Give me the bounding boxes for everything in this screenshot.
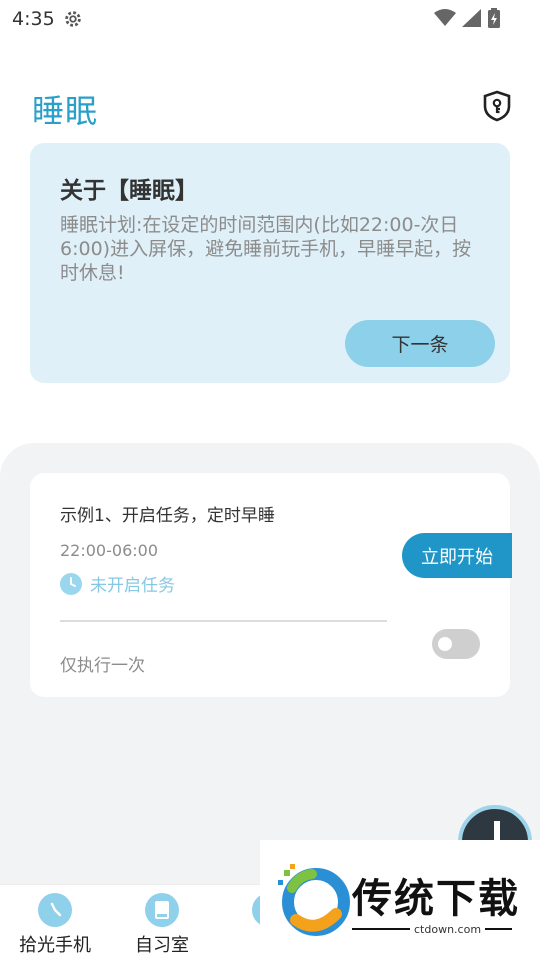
status-time: 4:35 <box>12 8 55 30</box>
task-status: 未开启任务 <box>60 571 175 596</box>
clock-icon <box>38 893 72 927</box>
repeat-toggle[interactable] <box>432 629 480 659</box>
wifi-icon <box>434 9 456 26</box>
watermark-title: 传统下载 <box>352 876 520 922</box>
info-card: 关于【睡眠】 睡眠计划:在设定的时间范围内(比如22:00-次日6:00)进入屏… <box>30 143 510 383</box>
task-status-text: 未开启任务 <box>90 576 175 596</box>
info-description: 睡眠计划:在设定的时间范围内(比如22:00-次日6:00)进入屏保，避免睡前玩… <box>60 214 472 284</box>
gear-icon <box>65 11 81 27</box>
status-bar: 4:35 <box>0 0 540 38</box>
start-now-button[interactable]: 立即开始 <box>402 533 512 578</box>
nav-item-phone[interactable]: 拾光手机 <box>0 893 110 957</box>
nav-label: 拾光手机 <box>19 935 91 956</box>
page-title: 睡眠 <box>32 92 99 130</box>
shield-key-icon[interactable] <box>482 90 512 122</box>
book-icon <box>145 893 179 927</box>
nav-item-study-room[interactable]: 自习室 <box>107 893 217 957</box>
watermark-subtitle: ctdown.com <box>410 923 486 936</box>
next-tip-button[interactable]: 下一条 <box>345 320 495 367</box>
info-title: 关于【睡眠】 <box>60 178 198 204</box>
task-card[interactable]: 示例1、开启任务，定时早睡 22:00-06:00 未开启任务 仅执行一次 <box>30 473 510 697</box>
toggle-knob <box>438 637 452 651</box>
status-icons <box>434 8 500 28</box>
battery-icon <box>488 8 500 28</box>
watermark: 传统下载 ctdown.com <box>260 840 540 960</box>
task-time-range: 22:00-06:00 <box>60 541 158 560</box>
watermark-logo-icon <box>278 864 350 936</box>
task-repeat-label: 仅执行一次 <box>60 656 145 676</box>
divider <box>60 620 387 622</box>
nav-label: 自习室 <box>135 935 189 956</box>
clock-icon <box>60 572 82 595</box>
task-title: 示例1、开启任务，定时早睡 <box>60 506 275 526</box>
signal-icon <box>462 9 481 27</box>
